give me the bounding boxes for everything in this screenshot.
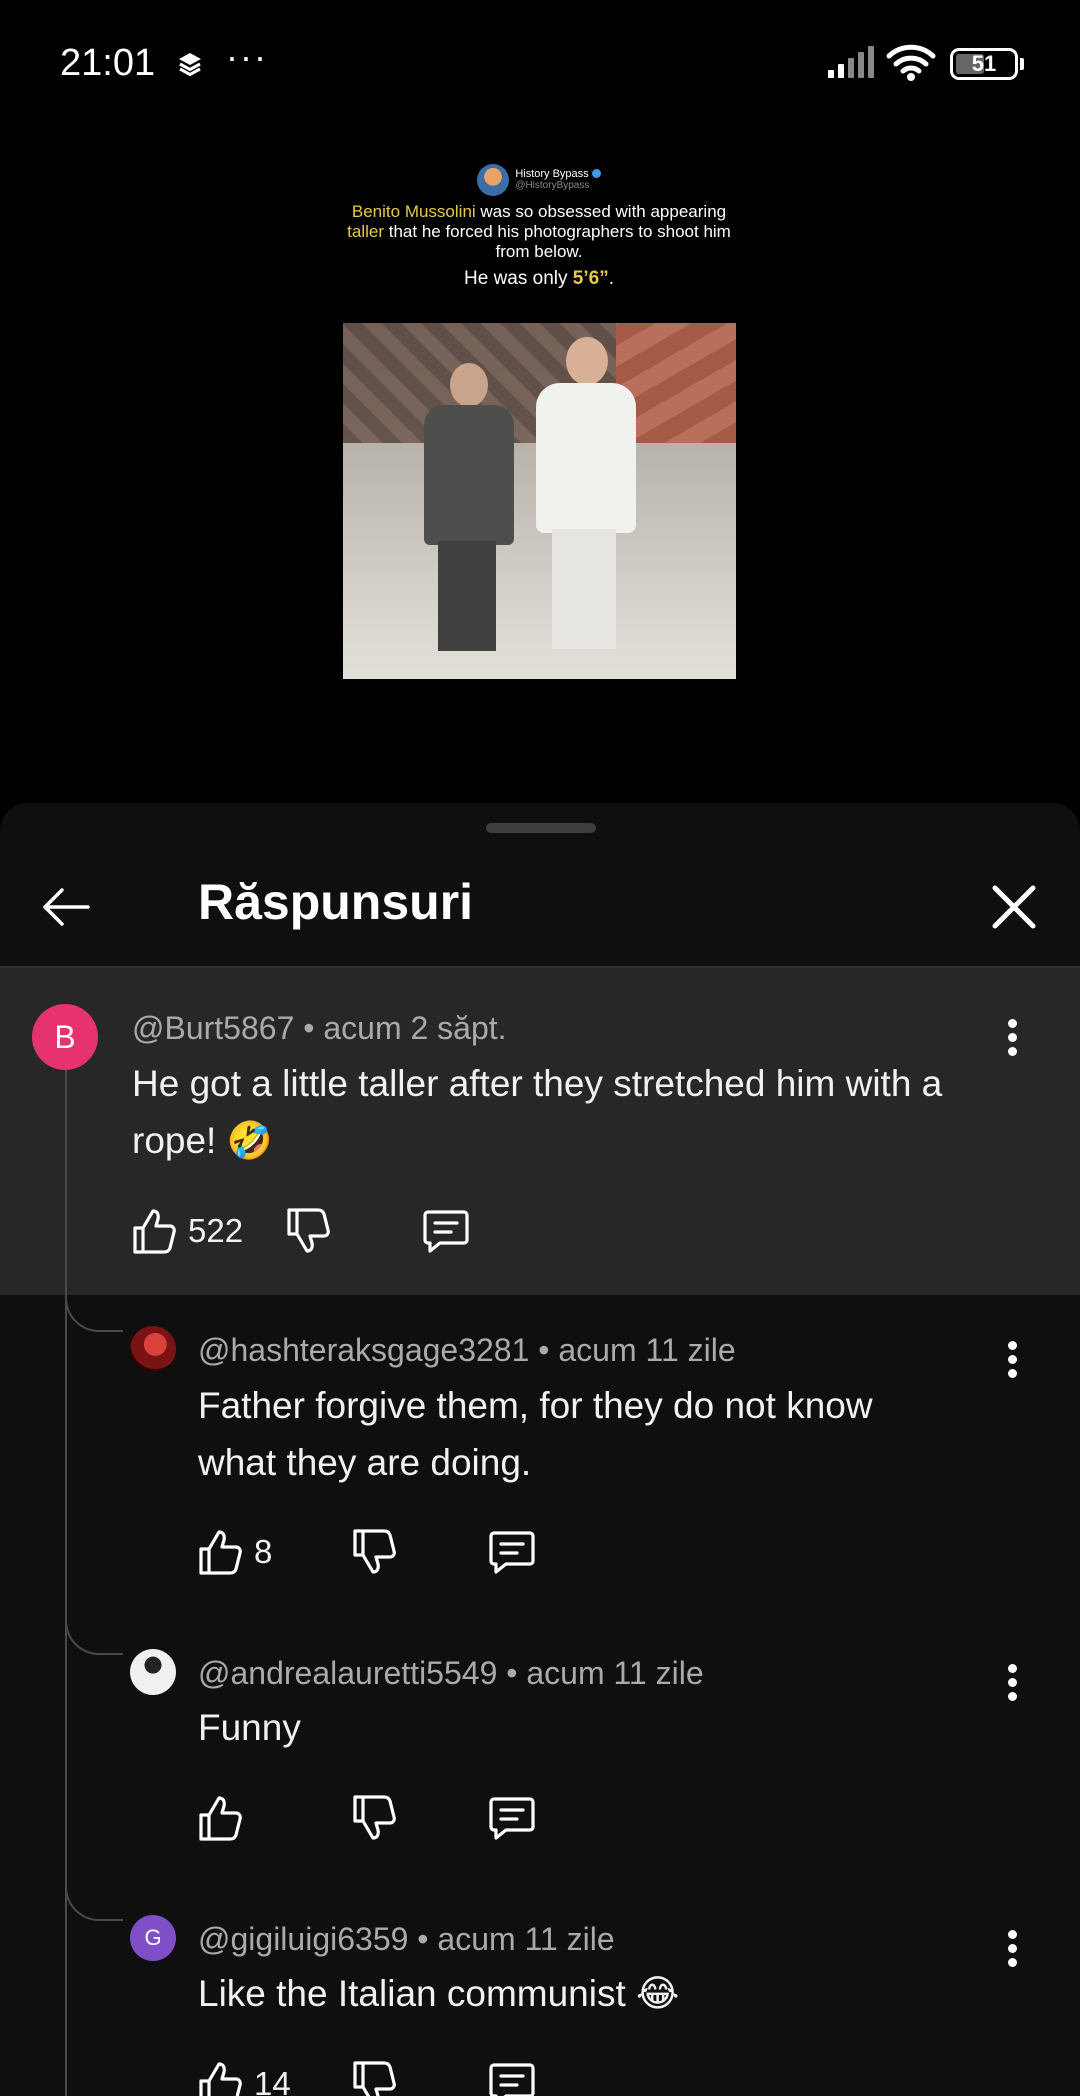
signal-icon [828,46,874,78]
dislike-button[interactable] [286,1203,330,1259]
reply-icon [423,1210,469,1253]
post-text: Benito Mussolini was so obsessed with ap… [347,202,731,261]
status-bar: 21:01 ··· 51 [0,0,1080,130]
more-options-icon[interactable] [998,1335,1028,1385]
comment-meta[interactable]: @gigiluigi6359 • acum 11 zile [198,1921,615,1958]
like-button[interactable]: 522 [132,1203,243,1259]
reply-button[interactable] [488,1524,536,1580]
post-card: History Bypass @HistoryBypass Benito Mus… [342,164,736,290]
dislike-button[interactable] [352,1524,396,1580]
reply-icon [489,1531,535,1574]
thumbs-down-icon [287,1208,330,1253]
comment-text: He got a little taller after they stretc… [132,1063,943,1161]
comment-meta[interactable]: @andrealauretti5549 • acum 11 zile [198,1655,704,1692]
like-count: 8 [254,1533,273,1570]
like-count: 14 [254,2065,291,2096]
post-photo [343,323,736,679]
like-button[interactable]: 8 [198,1524,272,1580]
reply-button[interactable] [488,1790,536,1846]
battery-icon: 51 [950,48,1018,80]
thumbs-up-icon [199,1530,242,1575]
like-count: 522 [188,1212,244,1249]
post-author: History Bypass @HistoryBypass [342,164,736,196]
post-author-avatar [477,164,510,196]
thread-branch [65,1881,123,1921]
reply-button[interactable] [488,2056,536,2096]
avatar[interactable] [130,1326,176,1372]
battery-level: 51 [971,51,997,76]
wifi-icon [886,44,936,81]
thread-branch [65,1292,123,1332]
comment-text: Father forgive them, for they do not kno… [198,1385,873,1483]
post-subtext: He was only 5’6”. [464,268,614,289]
reply-button[interactable] [422,1203,470,1259]
replies-sheet: Răspunsuri B @Burt5867 • acum 2 săpt. He… [0,803,1080,2096]
sheet-title: Răspunsuri [198,874,474,930]
status-overflow-icon: ··· [226,36,268,77]
like-button[interactable]: 14 [198,2056,291,2096]
more-options-icon[interactable] [998,1658,1028,1708]
video-player[interactable]: History Bypass @HistoryBypass Benito Mus… [0,130,1080,800]
more-options-icon[interactable] [998,1924,1028,1974]
avatar[interactable] [130,1649,176,1695]
close-icon[interactable] [984,877,1044,937]
avatar[interactable]: G [130,1915,176,1961]
post-author-name: History Bypass [515,168,589,180]
reply-icon [489,1797,535,1840]
status-time: 21:01 [60,42,156,84]
thumbs-down-icon [353,2061,396,2096]
thread-branch [65,1615,123,1655]
more-options-icon[interactable] [998,1013,1028,1063]
avatar[interactable]: B [32,1004,98,1070]
comment-text: Funny [198,1707,301,1748]
dislike-button[interactable] [352,2056,396,2096]
thread-line [65,1063,67,2096]
layers-icon [179,53,201,77]
post-author-handle: @HistoryBypass [515,180,590,191]
comment-text: Like the Italian communist 😂 [198,1973,680,2014]
dislike-button[interactable] [352,1790,396,1846]
arrow-left-icon[interactable] [36,877,96,937]
like-button[interactable] [198,1790,254,1846]
comment-meta[interactable]: @hashteraksgage3281 • acum 11 zile [198,1332,736,1369]
sheet-header: Răspunsuri [0,843,1080,968]
battery-tip [1020,58,1024,70]
thumbs-down-icon [353,1529,396,1574]
thumbs-up-icon [199,2062,242,2096]
reply-icon [489,2063,535,2096]
drag-handle[interactable] [486,823,596,833]
thumbs-up-icon [133,1209,176,1254]
comment-meta[interactable]: @Burt5867 • acum 2 săpt. [132,1010,507,1047]
verified-icon [591,169,601,178]
thumbs-up-icon [199,1796,242,1841]
thumbs-down-icon [353,1795,396,1840]
